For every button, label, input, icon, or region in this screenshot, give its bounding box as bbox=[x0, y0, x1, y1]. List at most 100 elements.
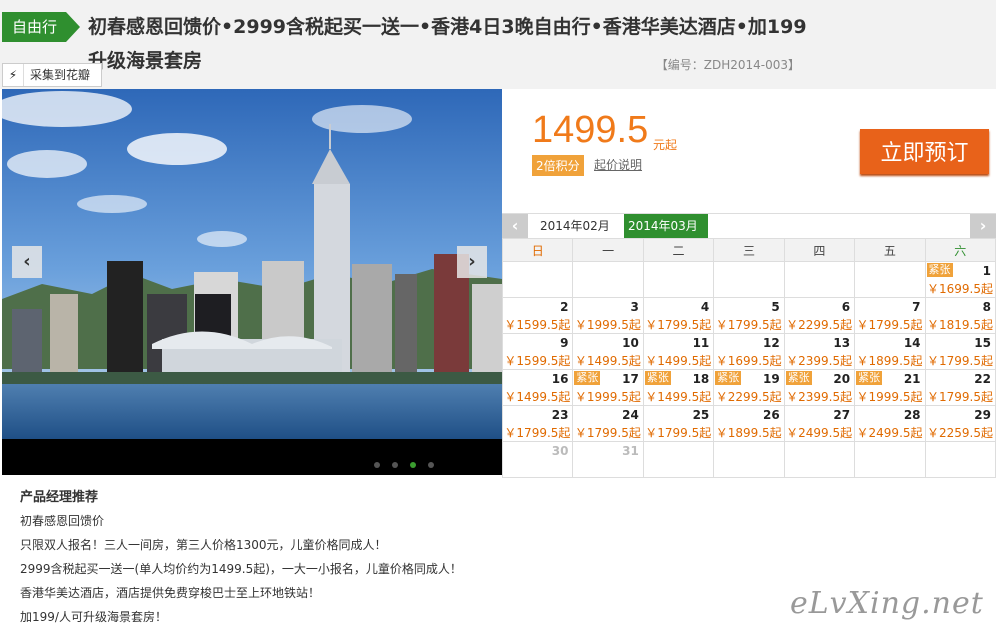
calendar-empty-cell bbox=[713, 441, 785, 478]
day-number: 25 bbox=[692, 408, 710, 422]
day-number: 16 bbox=[551, 372, 569, 386]
weekday-header: 四 bbox=[783, 238, 856, 262]
day-number: 23 bbox=[551, 408, 569, 422]
day-number: 12 bbox=[762, 336, 780, 350]
day-number: 2 bbox=[560, 300, 569, 314]
day-number: 3 bbox=[630, 300, 639, 314]
calendar-next-button[interactable]: › bbox=[970, 214, 996, 238]
recommendation-line: 香港华美达酒店，酒店提供免费穿梭巴士至上环地铁站！ bbox=[20, 586, 321, 600]
tight-badge: 紧张 bbox=[644, 371, 671, 385]
calendar-day-cell[interactable]: 22 ￥1799.5起 bbox=[924, 369, 996, 406]
calendar-prev-button[interactable]: ‹ bbox=[502, 214, 528, 238]
calendar-day-cell[interactable]: 11 ￥1499.5起 bbox=[642, 333, 715, 370]
slider-dot[interactable] bbox=[428, 462, 435, 468]
day-price: ￥1799.5起 bbox=[574, 426, 641, 440]
day-price: ￥1699.5起 bbox=[715, 354, 782, 368]
day-number: 9 bbox=[560, 336, 569, 350]
day-number: 10 bbox=[622, 336, 639, 350]
calendar-empty-cell bbox=[501, 261, 574, 298]
book-now-button[interactable]: 立即预订 bbox=[860, 129, 989, 174]
day-price: ￥1799.5起 bbox=[715, 318, 782, 332]
calendar-day-cell[interactable]: 12 ￥1699.5起 bbox=[713, 333, 785, 370]
calendar-day-cell[interactable]: 24 ￥1799.5起 bbox=[572, 405, 644, 442]
day-number: 30 bbox=[551, 444, 569, 458]
calendar-empty-cell bbox=[854, 441, 926, 478]
slider-dot-active[interactable] bbox=[410, 462, 417, 468]
slider-dots bbox=[374, 453, 441, 472]
calendar-day-cell[interactable]: 25 ￥1799.5起 bbox=[642, 405, 715, 442]
calendar-day-cell[interactable]: 14 ￥1899.5起 bbox=[854, 333, 926, 370]
slider-dot[interactable] bbox=[392, 462, 399, 468]
calendar-body: 紧张 1 ￥1699.5起 2 ￥1599.5起 3 ￥1999.5起 4 ￥1799.5起 5 ￥… bbox=[501, 261, 996, 478]
collect-button[interactable]: ⚡ 采集到花瓣 bbox=[2, 63, 102, 87]
day-number: 15 bbox=[974, 336, 991, 350]
month-tab[interactable]: 2014年02月 bbox=[536, 214, 620, 238]
calendar-day-cell[interactable]: 6 ￥2299.5起 bbox=[783, 297, 856, 334]
calendar-day-cell: 30 bbox=[501, 441, 574, 478]
calendar-day-cell[interactable]: 7 ￥1799.5起 bbox=[854, 297, 926, 334]
collect-label: 采集到花瓣 bbox=[30, 68, 91, 82]
calendar-day-cell[interactable]: 10 ￥1499.5起 bbox=[572, 333, 644, 370]
calendar-empty-cell bbox=[713, 261, 785, 298]
calendar-empty-cell bbox=[783, 261, 856, 298]
slider-next-button[interactable]: › bbox=[457, 246, 487, 278]
calendar-day-cell[interactable]: 4 ￥1799.5起 bbox=[642, 297, 715, 334]
calendar-day-cell[interactable]: 16 ￥1499.5起 bbox=[501, 369, 574, 406]
day-number: 18 bbox=[692, 372, 710, 386]
day-price: ￥1999.5起 bbox=[856, 390, 923, 404]
calendar-day-cell[interactable]: 紧张 1 ￥1699.5起 bbox=[924, 261, 996, 298]
calendar-day-cell[interactable]: 26 ￥1899.5起 bbox=[713, 405, 785, 442]
calendar-day-cell[interactable]: 23 ￥1799.5起 bbox=[501, 405, 574, 442]
type-tag: 自由行 bbox=[2, 12, 80, 42]
day-number: 29 bbox=[974, 408, 991, 422]
calendar-day-cell[interactable]: 15 ￥1799.5起 bbox=[924, 333, 996, 370]
day-price: ￥1499.5起 bbox=[645, 354, 712, 368]
slider-dot[interactable] bbox=[374, 462, 380, 468]
weekday-header: 二 bbox=[642, 238, 715, 262]
day-price: ￥2399.5起 bbox=[786, 354, 853, 368]
calendar-empty-cell bbox=[854, 261, 926, 298]
weekday-header: 六 bbox=[924, 238, 996, 262]
calendar-day-cell[interactable]: 9 ￥1599.5起 bbox=[501, 333, 574, 370]
calendar-day-cell[interactable]: 5 ￥1799.5起 bbox=[713, 297, 785, 334]
calendar-day-cell[interactable]: 3 ￥1999.5起 bbox=[572, 297, 644, 334]
calendar-day-cell[interactable]: 28 ￥2499.5起 bbox=[854, 405, 926, 442]
calendar-day-cell[interactable]: 紧张 21 ￥1999.5起 bbox=[854, 369, 926, 406]
day-price: ￥1799.5起 bbox=[927, 390, 993, 404]
calendar-grid: 日 一 二 三 四 五 六 紧张 1 ￥1699.5起 2 ￥1599.5起 3 ￥1999… bbox=[501, 238, 996, 478]
calendar-day-cell[interactable]: 紧张 19 ￥2299.5起 bbox=[713, 369, 785, 406]
calendar-week-row: 2 ￥1599.5起 3 ￥1999.5起 4 ￥1799.5起 5 ￥1799.5起 6 ￥22… bbox=[501, 297, 996, 334]
calendar-week-row: 16 ￥1499.5起 紧张 17 ￥1999.5起 紧张 18 ￥1499.5起 紧张 19 ￥2… bbox=[501, 369, 996, 406]
tight-badge: 紧张 bbox=[856, 371, 883, 385]
day-price: ￥1699.5起 bbox=[927, 282, 993, 296]
calendar-empty-cell bbox=[924, 441, 996, 478]
calendar-day-cell[interactable]: 29 ￥2259.5起 bbox=[924, 405, 996, 442]
day-price: ￥2299.5起 bbox=[715, 390, 782, 404]
calendar-day-cell[interactable]: 2 ￥1599.5起 bbox=[501, 297, 574, 334]
weekday-header: 一 bbox=[572, 238, 644, 262]
points-badge: 2倍积分 bbox=[532, 155, 584, 176]
day-number: 6 bbox=[841, 300, 851, 314]
month-tab-active[interactable]: 2014年03月 bbox=[624, 214, 708, 238]
day-number: 27 bbox=[833, 408, 851, 422]
calendar-day-cell[interactable]: 紧张 20 ￥2399.5起 bbox=[783, 369, 856, 406]
calendar-day-cell[interactable]: 27 ￥2499.5起 bbox=[783, 405, 856, 442]
day-price: ￥1499.5起 bbox=[574, 354, 641, 368]
calendar-empty-cell bbox=[642, 441, 715, 478]
day-number: 13 bbox=[833, 336, 851, 350]
day-number: 4 bbox=[700, 300, 710, 314]
calendar-day-cell[interactable]: 8 ￥1819.5起 bbox=[924, 297, 996, 334]
price-explanation-link[interactable]: 起价说明 bbox=[594, 156, 642, 173]
weekday-row: 日 一 二 三 四 五 六 bbox=[501, 238, 996, 262]
calendar-day-cell[interactable]: 13 ￥2399.5起 bbox=[783, 333, 856, 370]
image-slider: ‹ › bbox=[2, 89, 502, 475]
calendar-day-cell[interactable]: 紧张 18 ￥1499.5起 bbox=[642, 369, 715, 406]
day-number: 26 bbox=[762, 408, 780, 422]
day-price: ￥2259.5起 bbox=[927, 426, 993, 440]
slider-prev-button[interactable]: ‹ bbox=[12, 246, 42, 278]
header: 自由行 初春感恩回馈价•2999含税起买一送一•香港4日3晚自由行•香港华美达酒… bbox=[0, 0, 996, 89]
day-number: 22 bbox=[974, 372, 991, 386]
day-number: 28 bbox=[903, 408, 921, 422]
day-price: ￥1999.5起 bbox=[574, 390, 641, 404]
calendar-day-cell[interactable]: 紧张 17 ￥1999.5起 bbox=[572, 369, 644, 406]
